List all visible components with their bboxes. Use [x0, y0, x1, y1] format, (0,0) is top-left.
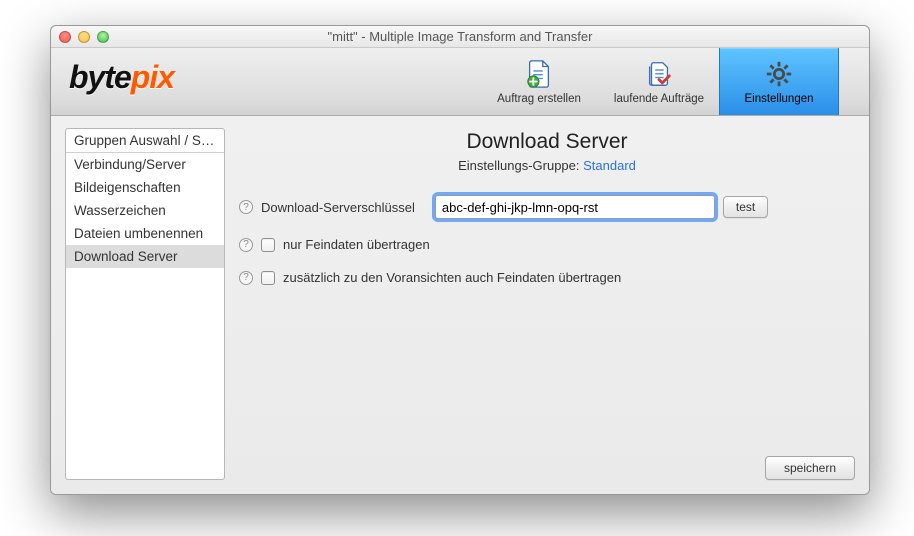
help-icon[interactable]: ? — [239, 271, 253, 285]
logo-byte: byte — [69, 59, 131, 96]
row-fine-only: ? nur Feindaten übertragen — [239, 237, 855, 252]
sidebar-item-connection[interactable]: Verbindung/Server — [66, 153, 224, 176]
help-icon[interactable]: ? — [239, 238, 253, 252]
help-icon[interactable]: ? — [239, 200, 253, 214]
row-fine-also: ? zusätzlich zu den Voransichten auch Fe… — [239, 270, 855, 285]
window-controls — [51, 31, 109, 43]
server-key-label: Download-Serverschlüssel — [261, 200, 415, 215]
toolbar-running-jobs[interactable]: laufende Aufträge — [599, 48, 719, 115]
save-button[interactable]: speichern — [765, 456, 855, 480]
server-key-input[interactable] — [435, 195, 715, 219]
toolbar-settings[interactable]: Einstellungen — [719, 48, 839, 115]
close-icon[interactable] — [59, 31, 71, 43]
test-button[interactable]: test — [723, 196, 768, 218]
add-document-icon — [524, 59, 554, 89]
window-title: "mitt" - Multiple Image Transform and Tr… — [51, 29, 869, 44]
zoom-icon[interactable] — [97, 31, 109, 43]
fine-also-checkbox[interactable] — [261, 271, 275, 285]
fine-also-label: zusätzlich zu den Voransichten auch Fein… — [283, 270, 621, 285]
fine-only-label: nur Feindaten übertragen — [283, 237, 430, 252]
content-area: Gruppen Auswahl / Sy... Verbindung/Serve… — [51, 116, 869, 494]
gear-icon — [764, 59, 794, 89]
sidebar-item-watermark[interactable]: Wasserzeichen — [66, 199, 224, 222]
sidebar-item-group-select[interactable]: Gruppen Auswahl / Sy... — [66, 129, 224, 153]
toolbar-create-job[interactable]: Auftrag erstellen — [479, 48, 599, 115]
settings-group-link[interactable]: Standard — [583, 158, 636, 173]
toolbar-running-label: laufende Aufträge — [614, 93, 704, 105]
fine-only-checkbox[interactable] — [261, 238, 275, 252]
app-window: "mitt" - Multiple Image Transform and Tr… — [50, 25, 870, 495]
app-logo: bytepix — [51, 48, 192, 115]
settings-sidebar: Gruppen Auswahl / Sy... Verbindung/Serve… — [65, 128, 225, 480]
settings-panel: Download Server Einstellungs-Gruppe: Sta… — [239, 128, 855, 480]
sidebar-item-image-props[interactable]: Bildeigenschaften — [66, 176, 224, 199]
titlebar: "mitt" - Multiple Image Transform and Tr… — [51, 26, 869, 48]
toolbar-settings-label: Einstellungen — [744, 93, 813, 105]
minimize-icon[interactable] — [78, 31, 90, 43]
settings-group: Einstellungs-Gruppe: Standard — [239, 158, 855, 173]
documents-check-icon — [644, 59, 674, 89]
logo-pix: pix — [131, 59, 174, 96]
row-server-key: ? Download-Serverschlüssel test — [239, 195, 855, 219]
sidebar-item-rename[interactable]: Dateien umbenennen — [66, 222, 224, 245]
panel-heading: Download Server — [239, 130, 855, 154]
toolbar: bytepix Auftrag erstellen — [51, 48, 869, 116]
settings-group-label: Einstellungs-Gruppe: — [458, 158, 583, 173]
toolbar-create-label: Auftrag erstellen — [497, 93, 581, 105]
sidebar-item-download-server[interactable]: Download Server — [66, 245, 224, 268]
